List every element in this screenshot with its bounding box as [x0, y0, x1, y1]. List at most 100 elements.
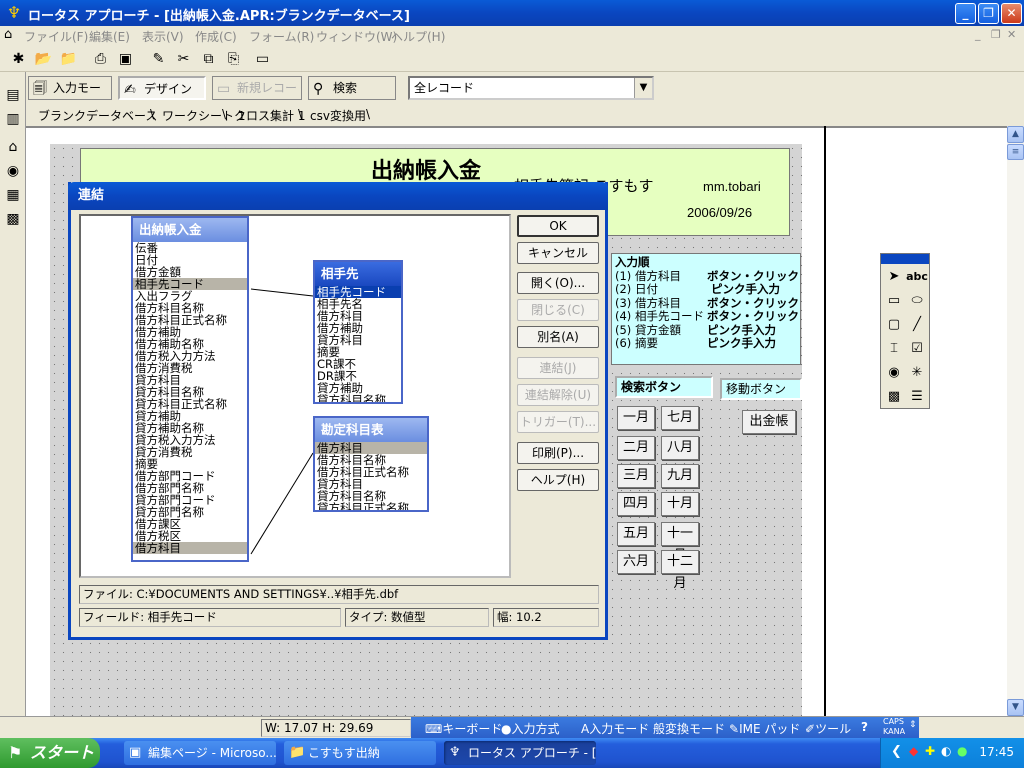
ime-input-mode[interactable]: A入力モード: [581, 720, 649, 737]
mdi-minimize-button[interactable]: _: [975, 28, 981, 41]
open-file-icon[interactable]: 📁: [58, 48, 79, 69]
scroll-up-icon[interactable]: ▲: [1007, 126, 1024, 143]
print-icon[interactable]: ⎙: [90, 48, 111, 69]
frame-icon[interactable]: ▭: [252, 48, 273, 69]
lotus-app-icon[interactable]: ♆: [5, 4, 23, 22]
search-button-label[interactable]: 検索ボタン: [615, 376, 713, 398]
pencil-icon[interactable]: ✎: [148, 48, 169, 69]
table-main[interactable]: 出納帳入金 伝番 日付 借方金額 相手先コード 入出フラグ 借方科目名称 借方科目正式名称借…: [131, 216, 249, 562]
table-partner-fields[interactable]: 相手先コード 相手先名 借方科目 借方補助 貸方科目 摘要 CR課不 DR課不 貸方補助 貸方科目…: [315, 286, 401, 402]
new-icon[interactable]: ✱: [8, 48, 29, 69]
tab-csv[interactable]: csv変換用: [310, 107, 366, 124]
unjoin-button[interactable]: 連結解除(U): [517, 384, 599, 406]
home-icon[interactable]: ⌂: [2, 136, 24, 158]
macro-button-icon[interactable]: ✳: [906, 362, 928, 384]
ime-conversion-mode[interactable]: 般変換モード: [653, 720, 725, 737]
month-button-aug[interactable]: 八月: [661, 436, 699, 460]
task-cosmos[interactable]: 📁 こすもす出納: [284, 741, 436, 765]
form-icon[interactable]: ▤: [2, 84, 24, 106]
month-button-sep[interactable]: 九月: [661, 464, 699, 488]
open-folder-icon[interactable]: 📂: [33, 48, 54, 69]
month-button-dec[interactable]: 十二月: [661, 550, 699, 591]
cancel-button[interactable]: キャンセル: [517, 242, 599, 264]
open-button[interactable]: 開く(O)...: [517, 272, 599, 294]
ime-keyboard[interactable]: ⌨キーボード: [425, 720, 502, 737]
tray-volume-icon[interactable]: ◐: [941, 744, 951, 758]
ledger-button[interactable]: 出金帳: [742, 410, 796, 434]
month-button-jan[interactable]: 一月: [617, 406, 655, 430]
copy-icon[interactable]: ⧉: [198, 48, 219, 69]
line-icon[interactable]: ╱: [906, 314, 928, 336]
tab-worksheet-1[interactable]: ワークシート 1: [162, 107, 245, 124]
month-button-apr[interactable]: 四月: [617, 492, 655, 516]
ime-menu-arrow-icon[interactable]: ⇕: [909, 720, 917, 730]
vertical-scrollbar[interactable]: ▲ ≡ ▼: [1007, 126, 1024, 716]
help-globe-icon[interactable]: ◉: [2, 160, 24, 182]
tab-crosstab-1[interactable]: クロス集計 1: [234, 107, 305, 124]
find-select[interactable]: 全レコード ▼: [408, 76, 654, 100]
computer-icon[interactable]: ▦: [2, 184, 24, 206]
start-button[interactable]: ⚑ スタート: [0, 738, 100, 768]
mdi-close-button[interactable]: ✕: [1007, 28, 1016, 41]
scroll-down-icon[interactable]: ▼: [1007, 699, 1024, 716]
menu-help[interactable]: ヘルプ(H): [391, 28, 445, 45]
tray-network-icon[interactable]: ✚: [925, 744, 935, 758]
task-lotus-approach[interactable]: ♆ ロータス アプローチ - [...: [444, 741, 596, 765]
field-list-item[interactable]: 貸方科目正式名称: [315, 502, 427, 510]
menu-form[interactable]: フォーム(R): [249, 28, 314, 45]
ime-input-method[interactable]: ●入力方式: [501, 720, 560, 737]
document-icon[interactable]: ⌂: [4, 27, 12, 42]
mdi-restore-button[interactable]: ❐: [991, 28, 1001, 41]
menu-view[interactable]: 表示(V): [142, 28, 184, 45]
month-button-jun[interactable]: 六月: [617, 550, 655, 574]
scroll-thumb[interactable]: ≡: [1007, 144, 1024, 160]
cut-icon[interactable]: ✂: [173, 48, 194, 69]
field-list-item[interactable]: 貸方科目名称: [315, 394, 401, 402]
pointer-icon[interactable]: ➤: [883, 266, 905, 288]
design-mode-button[interactable]: ✍ デザイン: [118, 76, 206, 100]
ime-tools[interactable]: ✐ツール: [805, 720, 851, 737]
trigger-button[interactable]: トリガー(T)...: [517, 411, 599, 433]
print-button[interactable]: 印刷(P)...: [517, 442, 599, 464]
tray-security-icon[interactable]: ●: [957, 744, 967, 758]
ellipse-icon[interactable]: ⬭: [906, 290, 928, 312]
tray-app-icon[interactable]: ◆: [909, 744, 918, 758]
chevron-down-icon[interactable]: ▼: [634, 78, 652, 98]
month-button-mar[interactable]: 三月: [617, 464, 655, 488]
month-button-nov[interactable]: 十一月: [661, 522, 699, 563]
move-button-label[interactable]: 移動ボタン: [720, 378, 802, 400]
month-button-may[interactable]: 五月: [617, 522, 655, 546]
ime-pad[interactable]: ✎IME パッド: [729, 720, 800, 737]
month-button-jul[interactable]: 七月: [661, 406, 699, 430]
palette-header[interactable]: [881, 254, 929, 264]
task-edit-page[interactable]: ▣ 編集ページ - Microso...: [124, 741, 276, 765]
alias-button[interactable]: 別名(A): [517, 326, 599, 348]
rectangle-icon[interactable]: ▭: [883, 290, 905, 312]
month-button-feb[interactable]: 二月: [617, 436, 655, 460]
table-account-header[interactable]: 勘定科目表: [315, 418, 427, 442]
table-main-fields[interactable]: 伝番 日付 借方金額 相手先コード 入出フラグ 借方科目名称 借方科目正式名称 借方補助 借方補…: [133, 242, 247, 560]
restore-button[interactable]: ❐: [978, 3, 999, 24]
new-record-button[interactable]: ▭新規レコード: [212, 76, 302, 117]
field-list-item[interactable]: 借方科目: [133, 542, 247, 554]
text-tool-icon[interactable]: abc: [906, 266, 928, 288]
checkbox-icon[interactable]: ☑: [906, 338, 928, 360]
tray-expand-icon[interactable]: ❮: [891, 744, 902, 759]
join-button[interactable]: 連結(J): [517, 357, 599, 379]
menu-edit[interactable]: 編集(E): [89, 28, 130, 45]
rounded-rect-icon[interactable]: ▢: [883, 314, 905, 336]
menu-create[interactable]: 作成(C): [195, 28, 237, 45]
preview-icon[interactable]: ▣: [115, 48, 136, 69]
table-partner-header[interactable]: 相手先: [315, 262, 401, 286]
ok-button[interactable]: OK: [517, 215, 599, 237]
join-canvas[interactable]: 出納帳入金 伝番 日付 借方金額 相手先コード 入出フラグ 借方科目名称 借方科目正式名称借…: [79, 214, 511, 578]
table-account-fields[interactable]: 借方科目 借方科目名称 借方科目正式名称 貸方科目 貸方科目名称 貸方科目正式名称: [315, 442, 427, 510]
minimize-button[interactable]: _: [955, 3, 976, 24]
table-account[interactable]: 勘定科目表 借方科目 借方科目名称 借方科目正式名称 貸方科目 貸方科目名称 貸方科目正式…: [313, 416, 429, 512]
search-button[interactable]: ⚲ 検索: [308, 76, 396, 100]
paste-icon[interactable]: ⎘: [223, 48, 244, 69]
input-order-box[interactable]: 入力順 (1) 借方科目 ボタン・クリック (2) 日付 ピンク手入力 (3) 借方…: [611, 253, 801, 365]
table-main-header[interactable]: 出納帳入金: [133, 218, 247, 242]
table-partner[interactable]: 相手先 相手先コード 相手先名 借方科目 借方補助 貸方科目 摘要 CR課不 DR課不 貸方補助…: [313, 260, 403, 404]
close-button[interactable]: ✕: [1001, 3, 1022, 24]
